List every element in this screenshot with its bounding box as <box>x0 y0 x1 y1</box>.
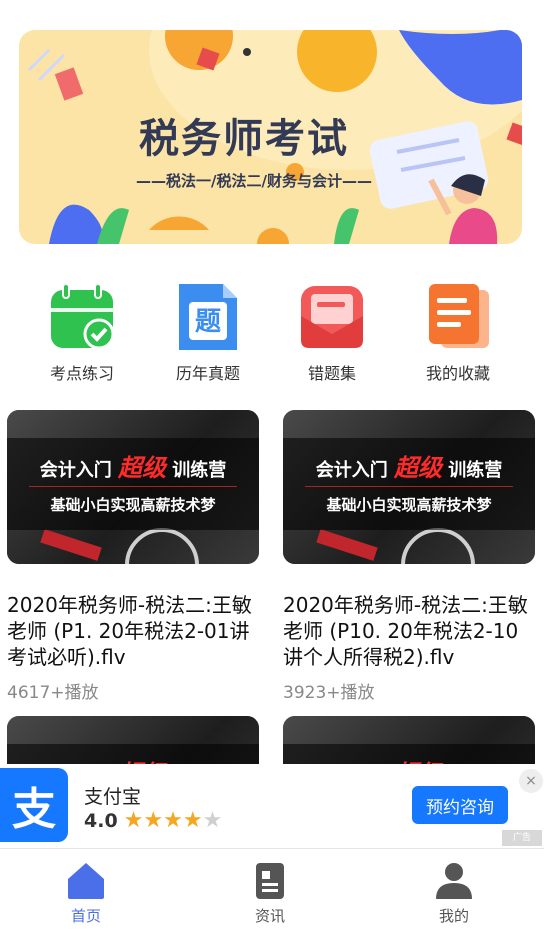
tab-home-label: 首页 <box>70 907 101 925</box>
tab-news-label: 资讯 <box>254 907 285 925</box>
rating-stars: ★★★★★ <box>124 810 223 832</box>
quick-item-practice[interactable]: 考点练习 <box>22 282 142 384</box>
video-thumbnail[interactable]: 会计入门 超级 训练营 <box>283 716 535 764</box>
bottom-tab-bar: 首页 资讯 我的 <box>0 848 544 934</box>
video-title[interactable]: 2020年税务师-税法二:王敏老师 (P10. 20年税法2-10讲个人所得税2… <box>283 592 535 670</box>
video-thumbnail[interactable]: 会计入门 超级 训练营 <box>7 716 259 764</box>
alipay-logo: 支 <box>0 768 68 842</box>
thumbnail-headline: 会计入门 超级 训练营 <box>315 454 503 482</box>
quick-item-favorites-label: 我的收藏 <box>425 364 490 383</box>
ad-rating: 4.0 ★★★★★ <box>84 810 223 833</box>
banner-subtitle: ——税法一/税法二/财务与会计—— <box>136 172 372 190</box>
quick-nav: 考点练习 题 历年真题 错题集 我的收藏 <box>0 282 544 392</box>
thumbnail-subline: 基础小白实现高薪技术梦 <box>50 496 216 514</box>
tab-me[interactable]: 我的 <box>394 861 514 926</box>
close-icon[interactable]: × <box>519 769 543 793</box>
consult-button[interactable]: 预约咨询 <box>412 786 508 824</box>
video-thumbnail[interactable]: 会计入门 超级 训练营 基础小白实现高薪技术梦 <box>7 410 259 564</box>
ad-tag: 广告 <box>502 830 542 846</box>
quick-item-past-exams[interactable]: 题 历年真题 <box>148 282 268 384</box>
video-play-count: 3923+播放 <box>283 683 375 703</box>
video-card[interactable]: 会计入门 超级 训练营 基础小白实现高薪技术梦 2020年税务师-税法二:王敏老… <box>7 410 259 703</box>
star-icon: ★ <box>163 808 183 833</box>
ad-banner[interactable]: 支 支付宝 4.0 ★★★★★ 预约咨询 × 广告 <box>0 764 544 848</box>
quick-item-mistakes-label: 错题集 <box>307 364 356 383</box>
quick-item-practice-label: 考点练习 <box>49 364 114 383</box>
tab-home[interactable]: 首页 <box>26 861 146 926</box>
video-thumbnail[interactable]: 会计入门 超级 训练营 基础小白实现高薪技术梦 <box>283 410 535 564</box>
video-card[interactable]: 会计入门 超级 训练营 <box>283 716 535 764</box>
calendar-check-icon <box>47 282 117 352</box>
mistakes-envelope-icon <box>297 282 367 352</box>
video-card[interactable]: 会计入门 超级 训练营 <box>7 716 259 764</box>
favorites-docs-icon <box>423 282 493 352</box>
thumbnail-subline: 基础小白实现高薪技术梦 <box>326 496 492 514</box>
exam-doc-icon: 题 <box>173 282 243 352</box>
star-icon: ★ <box>202 808 223 833</box>
thumbnail-headline: 会计入门 超级 训练营 <box>39 454 227 482</box>
thumbnail-headline: 会计入门 超级 训练营 <box>283 754 535 764</box>
svg-text:题: 题 <box>195 307 221 337</box>
star-icon: ★ <box>182 808 203 833</box>
ad-app-name: 支付宝 <box>84 786 142 808</box>
quick-item-favorites[interactable]: 我的收藏 <box>398 282 518 384</box>
quick-item-past-exams-label: 历年真题 <box>175 364 240 383</box>
banner-title: 税务师考试 <box>139 116 349 162</box>
news-icon <box>250 861 290 901</box>
tab-me-label: 我的 <box>438 907 469 925</box>
thumbnail-headline: 会计入门 超级 训练营 <box>7 754 259 764</box>
video-title[interactable]: 2020年税务师-税法二:王敏老师 (P1. 20年税法2-01讲考试必听).f… <box>7 592 259 670</box>
home-icon <box>66 861 106 901</box>
tab-news[interactable]: 资讯 <box>210 861 330 926</box>
ad-rating-score: 4.0 <box>84 810 118 832</box>
star-icon: ★ <box>143 808 164 833</box>
star-icon: ★ <box>123 808 144 833</box>
video-play-count: 4617+播放 <box>7 683 99 703</box>
video-card[interactable]: 会计入门 超级 训练营 基础小白实现高薪技术梦 2020年税务师-税法二:王敏老… <box>283 410 535 703</box>
quick-item-mistakes[interactable]: 错题集 <box>272 282 392 384</box>
user-icon <box>434 861 474 901</box>
promo-banner[interactable]: 税务师考试 ——税法一/税法二/财务与会计—— <box>19 30 522 244</box>
